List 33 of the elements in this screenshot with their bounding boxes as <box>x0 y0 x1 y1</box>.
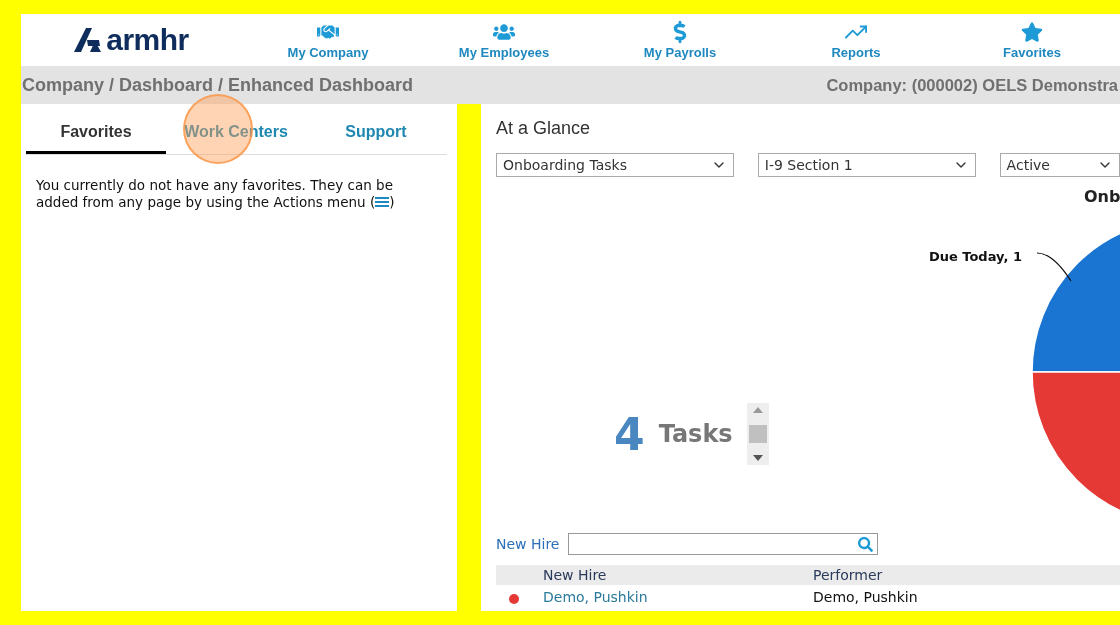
dropdown[interactable]: I-9 Section 1 <box>757 153 976 177</box>
nav-item[interactable]: Reports <box>768 20 944 60</box>
star-icon <box>1021 20 1043 43</box>
nav-item[interactable]: My Payrolls <box>592 20 768 60</box>
logo-text: armhr <box>106 23 189 57</box>
chart-title: Onb <box>1084 187 1120 206</box>
task-unit: Tasks <box>658 420 733 448</box>
table-cell-text: Demo, Pushkin <box>813 589 919 605</box>
column-header: Performer <box>813 567 884 583</box>
dropdown[interactable]: Onboarding Tasks <box>496 153 734 177</box>
search-icon[interactable] <box>858 536 874 552</box>
panel-title: At a Glance <box>496 118 592 139</box>
slice-label: Due Today, 1 <box>928 249 1022 264</box>
nav-item[interactable]: Favorites <box>944 20 1120 60</box>
favorites-message: You currently do not have any favorites. They can be added from any page by using the Actions menu ( ) <box>36 177 396 211</box>
dropdown[interactable]: Active <box>999 153 1120 177</box>
tab[interactable]: Support <box>306 112 446 154</box>
down-arrow-icon <box>752 455 763 461</box>
breadcrumb: Company / Dashboard / Enhanced Dashboard <box>21 74 414 96</box>
task-count: 4 <box>614 408 645 460</box>
nav-item[interactable]: My Company <box>240 20 416 60</box>
menu-icon[interactable] <box>375 196 390 208</box>
filter-label: New Hire <box>496 536 560 552</box>
logo-icon <box>72 27 103 53</box>
tab[interactable]: Favorites <box>26 112 166 154</box>
leader-line <box>1036 252 1072 282</box>
column-header: New Hire <box>543 567 608 583</box>
nav-item[interactable]: My Employees <box>416 20 592 60</box>
search-field[interactable] <box>568 533 879 555</box>
up-arrow-icon <box>752 407 763 413</box>
company-name: Company: (000002) OELS Demonstra <box>826 75 1118 95</box>
scroll-spinner[interactable] <box>746 403 769 465</box>
new-hire-link[interactable]: Demo, Pushkin <box>543 589 813 605</box>
